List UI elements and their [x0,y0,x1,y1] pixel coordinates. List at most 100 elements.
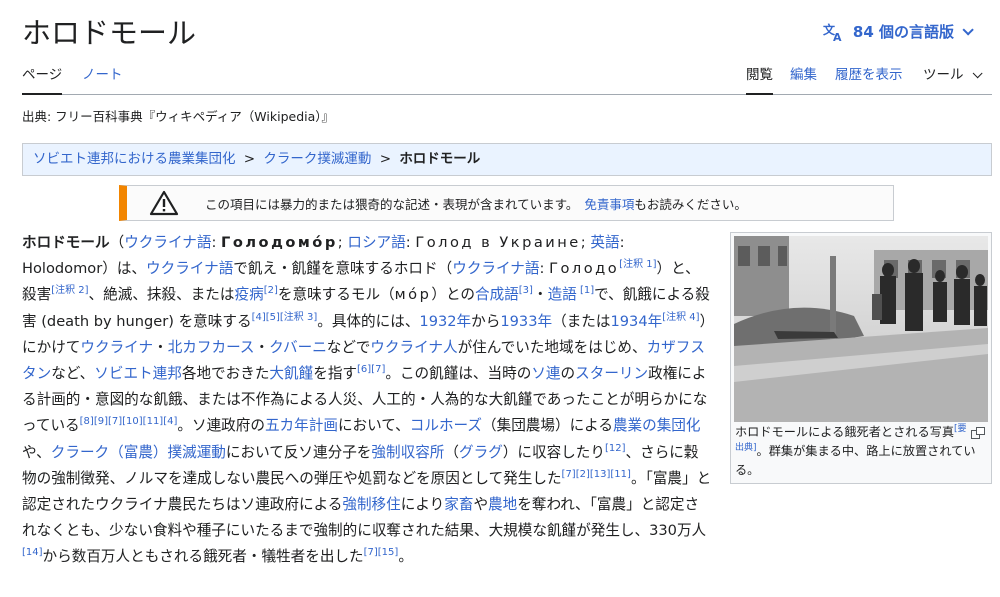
text: 。 [398,548,413,566]
footnote-ref[interactable]: [7][15] [364,548,399,559]
thumbnail-caption: ホロドモールによる餓死者とされる写真[要出典]。群集が集まる中、路上に放置されて… [735,423,985,480]
breadcrumb-separator: > [243,151,256,167]
caption-text: ホロドモールによる餓死者とされる写真 [735,425,955,439]
link-year-1933[interactable]: 1933年 [500,313,552,330]
footnote-ref[interactable]: [6][7] [357,364,385,375]
chevron-down-icon [972,68,983,79]
thumbnail-image[interactable] [734,236,988,422]
link-stalin[interactable]: スターリン [575,365,648,382]
translate-icon: 文 A [823,22,842,42]
text: など、 [51,365,95,383]
text: ）との [431,286,475,304]
term-holod: Голодо [549,260,620,278]
ukrainian-term: Голодомо́р [221,234,338,251]
tab-talk[interactable]: ノート [82,65,123,95]
breadcrumb: ソビエト連邦における農業集団化 > クラーク撲滅運動 > ホロドモール [22,143,992,176]
text: : [539,260,550,278]
link-gulag[interactable]: グラグ [459,444,503,461]
link-russian[interactable]: ロシア語 [347,234,405,251]
content-warning-box: この項目には暴力的または猥奇的な記述・表現が含まれています。 免責事項 もお読み… [119,185,894,221]
footnote-ref[interactable]: [4][5][注釈 3] [252,312,318,323]
footnote-ref[interactable]: [注釈 2] [51,286,88,297]
link-compound-word[interactable]: 合成語 [475,286,519,303]
warning-suffix: もお読みください。 [634,196,747,212]
svg-text:A: A [833,31,842,42]
text: : [405,234,416,251]
breadcrumb-link-collectivization[interactable]: ソビエト連邦における農業集団化 [33,151,236,167]
text: で飢え・飢饉を意味するホロド（ [233,260,453,278]
footnote-ref[interactable]: [注釈 4] [662,312,699,323]
warning-text: この項目には暴力的または猥奇的な記述・表現が含まれています。 [205,196,579,212]
thumbnail-figure: ホロドモールによる餓死者とされる写真[要出典]。群集が集まる中、路上に放置されて… [730,232,992,484]
enlarge-icon[interactable] [971,427,985,439]
link-english[interactable]: 英語 [590,234,619,251]
text: の [560,365,576,383]
link-labor-camp[interactable]: 強制収容所 [371,444,444,461]
link-year-1932[interactable]: 1932年 [419,313,471,330]
link-ukrainians[interactable]: ウクライナ人 [370,339,457,356]
text: ・ [254,338,270,356]
footnote-ref[interactable]: [1] [577,286,594,297]
tools-label: ツール [923,67,964,83]
link-dekulakization[interactable]: クラーク（富農）撲滅運動 [51,444,226,461]
warning-triangle-icon [149,190,179,216]
footnote-ref[interactable]: [注釈 1] [619,259,656,270]
link-north-caucasus[interactable]: 北カフカース [168,339,255,356]
article-body: ホロドモール（ウクライナ語: Голодомо́р; ロシア語: Голод в… [22,230,712,571]
disclaimer-link[interactable]: 免責事項 [584,194,634,213]
text: （ [109,234,125,251]
text: から数百万人ともされる餓死者・犠牲者を出した [42,548,364,566]
link-great-famine[interactable]: 大飢饉 [269,365,313,382]
text: 、絶滅、抹殺、または [88,286,235,304]
link-ukraine[interactable]: ウクライナ [80,339,153,356]
footnote-ref[interactable]: [2] [264,286,278,297]
text: において反ソ連分子を [225,443,372,461]
link-farmland[interactable]: 農地 [488,496,517,513]
link-ussr[interactable]: ソ連 [531,365,560,382]
page-title: ホロドモール [22,16,197,50]
text: から [471,312,501,330]
tab-history[interactable]: 履歴を表示 [835,65,903,95]
link-year-1934[interactable]: 1934年 [610,313,662,330]
text: を指す [313,365,358,383]
source-line: 出典: フリー百科事典『ウィキペディア（Wikipedia）』 [22,109,335,124]
text: : [211,234,222,251]
link-coined-word[interactable]: 造語 [548,286,577,303]
text: （または [552,312,611,330]
link-five-year-plan[interactable]: 五カ年計画 [265,417,338,434]
language-button[interactable]: 文 A 84 個の言語版 [823,21,974,42]
link-ukrainian[interactable]: ウクライナ語 [146,260,233,277]
link-kuban[interactable]: クバーニ [269,339,327,356]
footnote-ref[interactable]: [8][9][7][10][11][4] [80,417,178,428]
text: ・ [153,338,168,356]
text: などで [326,338,371,356]
text: （ [444,443,459,461]
tab-edit[interactable]: 編集 [790,65,817,95]
text: や [473,496,489,514]
chevron-down-icon [962,23,974,36]
language-count: 84 個の言語版 [852,23,954,41]
link-collectivization[interactable]: 農業の集団化 [613,417,701,434]
term-mor: мо́р [394,286,432,304]
tools-menu[interactable]: ツール [923,65,983,95]
page-tabs: ページ ノート 閲覧 編集 履歴を表示 ツール [22,63,992,95]
breadcrumb-current: ホロドモール [399,151,481,167]
footnote-ref[interactable]: [3] [519,286,533,297]
link-forced-migration[interactable]: 強制移住 [342,496,400,513]
footnote-ref[interactable]: [12] [605,443,626,454]
tab-article[interactable]: ページ [22,65,63,95]
link-kolkhoz[interactable]: コルホーズ [410,417,482,434]
link-soviet-union[interactable]: ソビエト連邦 [94,365,182,382]
text: により [400,496,445,514]
link-plague[interactable]: 疫病 [235,286,264,303]
link-livestock[interactable]: 家畜 [444,496,473,513]
text: 。ソ連政府の [177,417,265,435]
tab-read[interactable]: 閲覧 [746,65,773,95]
text: （集団農場）による [482,417,613,435]
link-ukrainian[interactable]: ウクライナ語 [452,260,539,277]
text: ; [337,234,348,251]
footnote-ref[interactable]: [14] [22,548,43,559]
breadcrumb-link-dekulakization[interactable]: クラーク撲滅運動 [263,151,371,167]
footnote-ref[interactable]: [7][2][13][11] [562,469,631,480]
link-ukrainian[interactable]: ウクライナ語 [124,234,211,251]
